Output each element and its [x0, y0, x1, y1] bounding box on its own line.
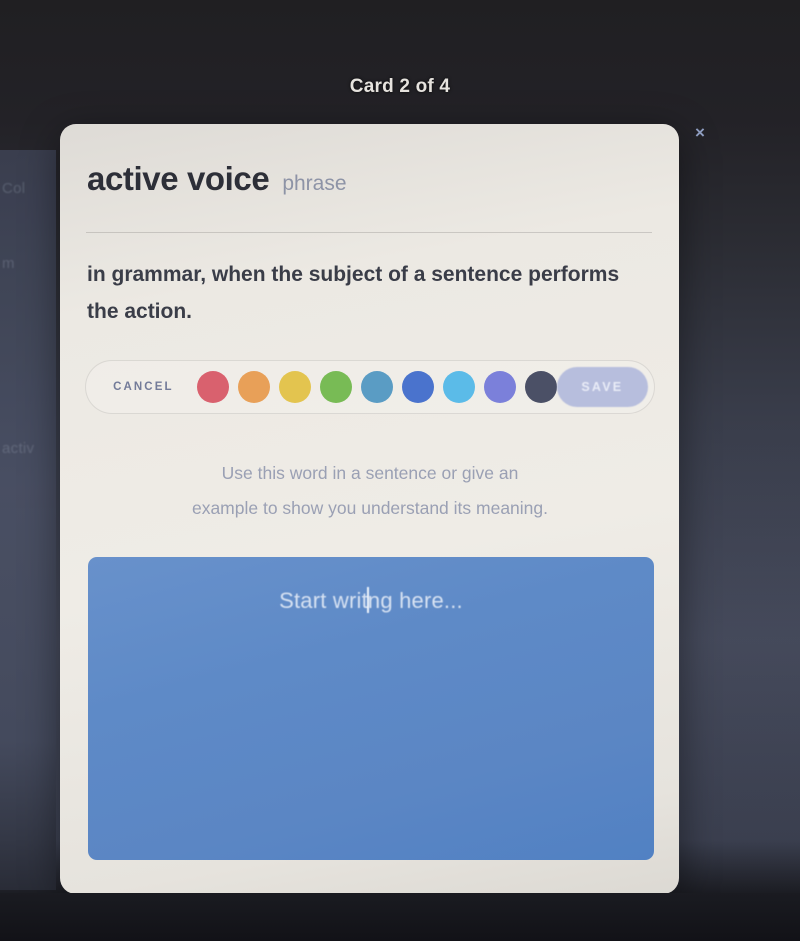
cancel-button[interactable]: CANCEL	[92, 381, 195, 393]
ghost-text-line: activ	[2, 440, 35, 457]
color-picker-toolbar: CANCEL SAVE	[85, 360, 655, 414]
word-headline: active voice phrase	[87, 160, 347, 198]
placeholder-text-after-caret: ng here...	[367, 588, 463, 613]
close-icon[interactable]: ×	[688, 120, 712, 144]
color-swatch-teal-blue[interactable]	[360, 371, 393, 403]
background-page-bleed: Col m activ	[0, 150, 56, 890]
color-swatch-green[interactable]	[319, 371, 352, 403]
color-swatch-red[interactable]	[196, 371, 229, 403]
color-swatch-sky-blue[interactable]	[442, 371, 475, 403]
definition-text: in grammar, when the subject of a senten…	[87, 263, 620, 324]
prompt-line-2: example to show you understand its meani…	[191, 498, 549, 518]
color-swatch-orange[interactable]	[237, 371, 270, 403]
placeholder-text-before-caret: Start writ	[279, 588, 368, 613]
prompt-line-1: Use this word in a sentence or give an	[221, 463, 519, 483]
response-placeholder: Start writng here...	[88, 587, 654, 614]
color-swatch-indigo[interactable]	[401, 371, 434, 403]
card-counter: Card 2 of 4	[349, 76, 451, 97]
response-textarea[interactable]: Start writng here...	[88, 557, 654, 860]
ghost-text-line: m	[2, 255, 15, 272]
color-swatch-list	[196, 371, 557, 403]
ghost-text-line: Col	[2, 180, 26, 197]
screen-bottom-bezel	[0, 893, 800, 941]
prompt-text: Use this word in a sentence or give an e…	[87, 456, 653, 526]
divider	[86, 232, 652, 233]
screen-photo: Col m activ Card 2 of 4 × active voice p…	[0, 0, 800, 941]
color-swatch-yellow[interactable]	[278, 371, 311, 403]
page-title: active voice	[87, 160, 270, 197]
color-swatch-dark-slate[interactable]	[524, 371, 557, 403]
save-button[interactable]: SAVE	[556, 367, 648, 407]
part-of-speech-label: phrase	[282, 172, 347, 195]
word-card-modal: active voice phrase in grammar, when the…	[60, 124, 679, 894]
color-swatch-periwinkle[interactable]	[483, 371, 516, 403]
